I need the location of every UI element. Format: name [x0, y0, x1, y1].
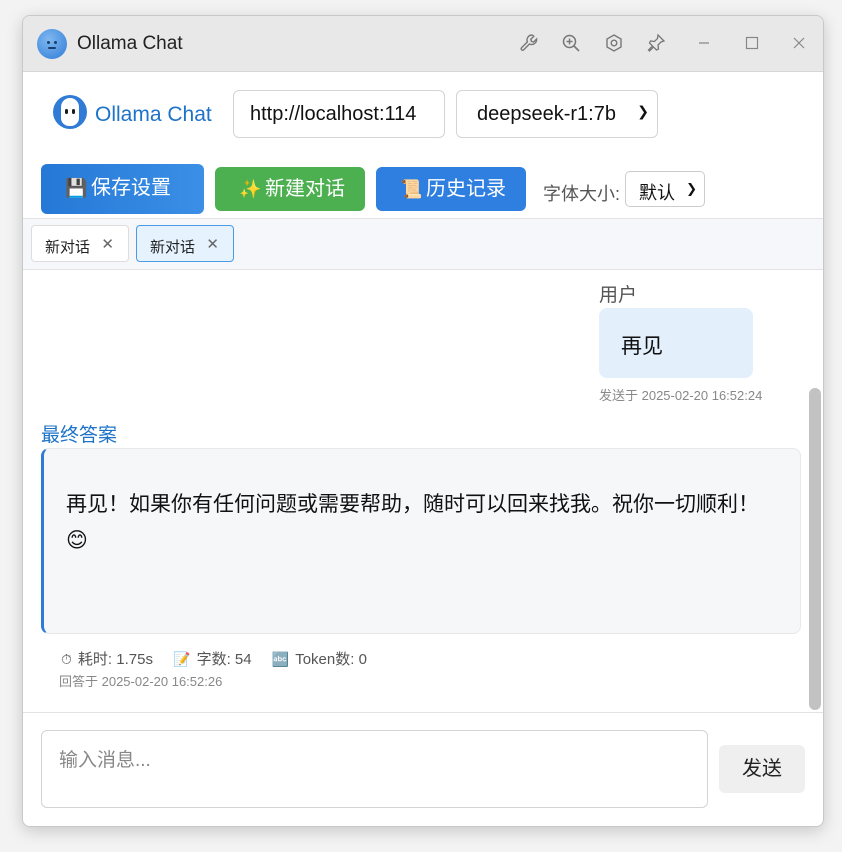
- user-message-time: 发送于 2025-02-20 16:52:24: [599, 388, 763, 403]
- save-settings-label: 保存设置: [91, 177, 171, 199]
- stopwatch-icon: ⏱: [61, 651, 72, 667]
- token-count-stat: Token数: 0: [295, 651, 367, 668]
- settings-header: Ollama Chat deepseek-r1:7b ❯ 💾保存设置 ✨新建对话…: [23, 72, 823, 218]
- model-select[interactable]: deepseek-r1:7b ❯: [456, 90, 658, 138]
- answer-time: 回答于 2025-02-20 16:52:26: [59, 674, 223, 689]
- settings-icon[interactable]: [603, 33, 625, 55]
- new-chat-button[interactable]: ✨ 新建对话: [215, 167, 365, 211]
- close-icon[interactable]: [788, 33, 810, 55]
- floppy-disk-icon: 💾: [65, 178, 88, 198]
- maximize-icon[interactable]: [741, 33, 763, 55]
- close-tab-icon[interactable]: ✕: [101, 235, 114, 253]
- user-message-bubble: 再见: [599, 308, 753, 378]
- history-label: 历史记录: [426, 178, 506, 200]
- conversation-tabs: 新对话 ✕ 新对话 ✕: [23, 218, 823, 270]
- wrench-icon[interactable]: [518, 33, 540, 55]
- memo-icon: 📝: [173, 651, 191, 667]
- close-tab-icon[interactable]: ✕: [206, 235, 219, 253]
- sparkles-icon: ✨: [239, 179, 262, 199]
- send-button[interactable]: 发送: [719, 745, 805, 793]
- app-window: Ollama Chat Ollama Chat deepseek-r: [22, 15, 824, 827]
- answer-label: 最终答案: [41, 425, 118, 446]
- user-label: 用户: [599, 285, 638, 306]
- new-chat-label: 新建对话: [265, 178, 345, 200]
- answer-text: 再见！如果你有任何问题或需要帮助，随时可以回来找我。祝你一切顺利！ 😊: [66, 493, 759, 552]
- app-logo-icon: [37, 29, 67, 59]
- model-select-value: deepseek-r1:7b: [477, 103, 616, 125]
- title-bar: Ollama Chat: [23, 16, 823, 72]
- brand-logo-icon: [53, 95, 87, 129]
- composer: 发送: [23, 712, 823, 826]
- server-url-input[interactable]: [233, 90, 445, 138]
- answer-bubble: 再见！如果你有任何问题或需要帮助，随时可以回来找我。祝你一切顺利！ 😊: [41, 448, 801, 634]
- elapsed-stat: 耗时: 1.75s: [77, 651, 153, 668]
- chevron-down-icon: ❯: [686, 181, 697, 196]
- answer-stats: ⏱ 耗时: 1.75s 📝 字数: 54 🔤 Token数: 0: [61, 648, 383, 669]
- history-button[interactable]: 📜 历史记录: [376, 167, 526, 211]
- window-title: Ollama Chat: [77, 33, 183, 54]
- tab-conversation-2[interactable]: 新对话 ✕: [136, 225, 234, 262]
- font-size-label: 字体大小:: [543, 184, 621, 204]
- save-settings-button[interactable]: 💾 保存设置: [41, 164, 204, 214]
- message-input[interactable]: [41, 730, 708, 808]
- char-count-stat: 字数: 54: [196, 651, 252, 668]
- tab-label: 新对话: [45, 239, 91, 256]
- font-size-select[interactable]: 默认 ❯: [625, 171, 705, 207]
- abc-icon: 🔤: [271, 651, 290, 667]
- chat-area[interactable]: 用户 再见 发送于 2025-02-20 16:52:24 最终答案 再见！如果…: [23, 270, 809, 712]
- font-size-value: 默认: [639, 183, 675, 203]
- scroll-icon: 📜: [400, 179, 423, 199]
- chevron-down-icon: ❯: [637, 103, 649, 119]
- chat-scrollbar[interactable]: [809, 388, 821, 710]
- pin-icon[interactable]: [645, 33, 667, 55]
- minimize-icon[interactable]: [693, 33, 715, 55]
- tab-conversation-1[interactable]: 新对话 ✕: [31, 225, 129, 262]
- zoom-in-icon[interactable]: [560, 33, 582, 55]
- tab-label: 新对话: [150, 239, 196, 256]
- brand-name: Ollama Chat: [95, 103, 212, 126]
